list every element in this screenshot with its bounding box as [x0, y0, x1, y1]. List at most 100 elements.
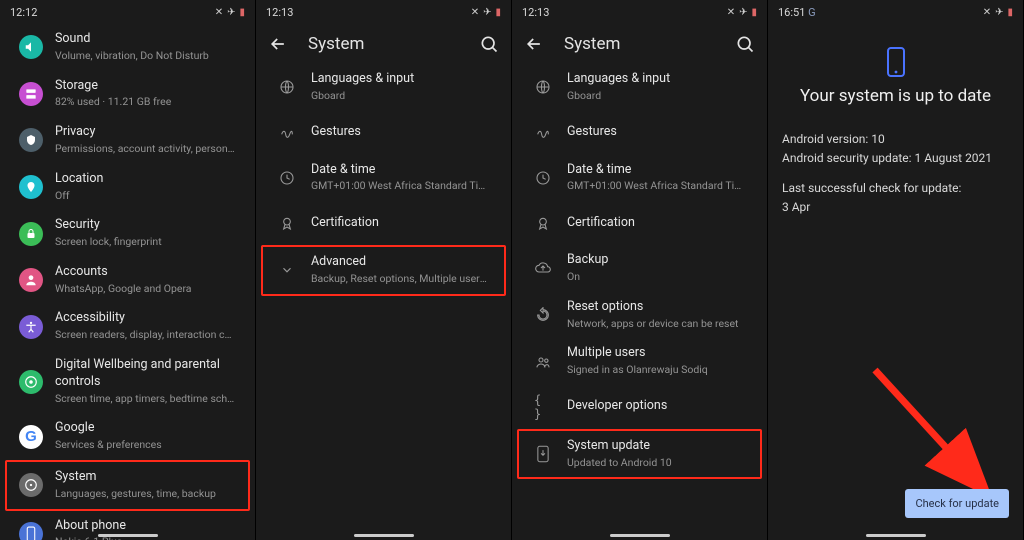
item-subtitle: Services & preferences [55, 438, 162, 453]
vibrate-icon: ✕ [215, 7, 223, 18]
search-button[interactable] [477, 32, 501, 56]
settings-item-system[interactable]: SystemLanguages, gestures, time, backup [5, 460, 250, 511]
a11y-icon [19, 315, 43, 339]
system-collapsed: 12:13 ✕ ✈ ▮ System Languages & inputGboa… [256, 0, 512, 540]
item-label: Certification [567, 215, 635, 232]
header: System [512, 24, 767, 64]
vibrate-icon: ✕ [727, 7, 735, 18]
status-icons: ✕ ✈ ▮ [983, 7, 1013, 18]
system-item-multiple-users[interactable]: Multiple usersSigned in as Olanrewaju So… [519, 338, 760, 385]
settings-item-sound[interactable]: SoundVolume, vibration, Do Not Disturb [7, 24, 248, 71]
vibrate-icon: ✕ [983, 7, 991, 18]
airplane-icon: ✈ [227, 7, 235, 18]
item-label: Languages & input [311, 71, 414, 88]
system-item-advanced[interactable]: AdvancedBackup, Reset options, Multiple … [261, 245, 506, 296]
system-item-date-time[interactable]: Date & timeGMT+01:00 West Africa Standar… [519, 155, 760, 202]
settings-item-accounts[interactable]: AccountsWhatsApp, Google and Opera [7, 257, 248, 304]
item-subtitle: Signed in as Olanrewaju Sodiq [567, 363, 708, 378]
android-version: Android version: 10 [782, 130, 1009, 149]
item-label: Date & time [311, 162, 492, 179]
item-label: Security [55, 217, 162, 234]
sysupdate-icon [534, 445, 552, 463]
airplane-icon: ✈ [739, 7, 747, 18]
item-subtitle: Network, apps or device can be reset [567, 317, 738, 332]
item-subtitle: Gboard [311, 89, 414, 104]
status-time: 12:12 [10, 6, 37, 19]
item-subtitle: Languages, gestures, time, backup [55, 487, 216, 502]
clock-icon [278, 169, 296, 187]
last-check-date: 3 Apr [782, 198, 1009, 217]
item-subtitle: Off [55, 189, 103, 204]
system-item-system-update[interactable]: System updateUpdated to Android 10 [517, 429, 762, 480]
item-label: System update [567, 438, 672, 455]
gesture-icon [534, 124, 552, 142]
item-subtitle: GMT+01:00 West Africa Standard Time [567, 179, 748, 194]
item-label: Accounts [55, 264, 192, 281]
system-item-date-time[interactable]: Date & timeGMT+01:00 West Africa Standar… [263, 155, 504, 202]
system-item-developer-options[interactable]: { } Developer options [519, 385, 760, 429]
system-item-languages-input[interactable]: Languages & inputGboard [263, 64, 504, 111]
item-label: Google [55, 420, 162, 437]
item-label: Multiple users [567, 345, 708, 362]
item-subtitle: 82% used · 11.21 GB free [55, 95, 171, 110]
item-label: Location [55, 171, 103, 188]
security-icon [19, 222, 43, 246]
settings-item-location[interactable]: LocationOff [7, 164, 248, 211]
settings-item-accessibility[interactable]: AccessibilityScreen readers, display, in… [7, 303, 248, 350]
nav-pill[interactable] [866, 534, 926, 537]
settings-item-digital-wellbeing-and-parental-controls[interactable]: Digital Wellbeing and parental controlsS… [7, 350, 248, 413]
item-label: System [55, 469, 216, 486]
settings-item-privacy[interactable]: PrivacyPermissions, account activity, pe… [7, 117, 248, 164]
item-label: Advanced [311, 254, 492, 271]
check-update-button[interactable]: Check for update [905, 489, 1009, 518]
item-label: Date & time [567, 162, 748, 179]
security-update: Android security update: 1 August 2021 [782, 149, 1009, 168]
privacy-icon [19, 128, 43, 152]
nav-pill[interactable] [354, 534, 414, 537]
system-item-backup[interactable]: BackupOn [519, 245, 760, 292]
settings-item-security[interactable]: SecurityScreen lock, fingerprint [7, 210, 248, 257]
nav-pill[interactable] [610, 534, 670, 537]
item-label: Gestures [567, 124, 617, 141]
item-label: Privacy [55, 124, 236, 141]
chev-icon [278, 261, 296, 279]
status-time: 12:13 [522, 6, 549, 19]
status-icons: ✕ ✈ ▮ [215, 7, 245, 18]
status-bar: 12:13 ✕ ✈ ▮ [256, 0, 511, 24]
system-update-screen: 16:51 G ✕ ✈ ▮ Your system is up to date … [768, 0, 1024, 540]
system-item-gestures[interactable]: Gestures [263, 111, 504, 155]
system-item-certification[interactable]: Certification [263, 201, 504, 245]
vibrate-icon: ✕ [471, 7, 479, 18]
system-item-certification[interactable]: Certification [519, 201, 760, 245]
location-icon [19, 175, 43, 199]
system-icon [19, 473, 43, 497]
system-item-reset-options[interactable]: Reset optionsNetwork, apps or device can… [519, 292, 760, 339]
system-list: Languages & inputGboard Gestures Date & ti… [512, 64, 767, 479]
search-button[interactable] [733, 32, 757, 56]
item-label: Digital Wellbeing and parental controls [55, 357, 236, 391]
item-label: Developer options [567, 398, 667, 415]
system-item-gestures[interactable]: Gestures [519, 111, 760, 155]
status-icons: ✕ ✈ ▮ [727, 7, 757, 18]
system-expanded: 12:13 ✕ ✈ ▮ System Languages & inputGboa… [512, 0, 768, 540]
system-list: Languages & inputGboardGesturesDate & ti… [256, 64, 511, 296]
airplane-icon: ✈ [995, 7, 1003, 18]
volume-icon [19, 35, 43, 59]
settings-item-storage[interactable]: Storage82% used · 11.21 GB free [7, 71, 248, 118]
item-subtitle: WhatsApp, Google and Opera [55, 282, 192, 297]
item-subtitle: Gboard [567, 89, 670, 104]
back-button[interactable] [522, 32, 546, 56]
item-label: Sound [55, 31, 209, 48]
battery-icon: ▮ [1007, 7, 1013, 18]
item-label: Accessibility [55, 310, 236, 327]
back-button[interactable] [266, 32, 290, 56]
nav-pill[interactable] [98, 534, 158, 537]
item-label: Certification [311, 215, 379, 232]
system-item-languages-input[interactable]: Languages & inputGboard [519, 64, 760, 111]
globe-icon [534, 78, 552, 96]
dev-icon: { } [534, 398, 552, 416]
settings-item-google[interactable]: GGoogleServices & preferences [7, 413, 248, 460]
page-title: System [564, 34, 620, 54]
status-time: 12:13 [266, 6, 293, 19]
item-subtitle: Updated to Android 10 [567, 456, 672, 471]
